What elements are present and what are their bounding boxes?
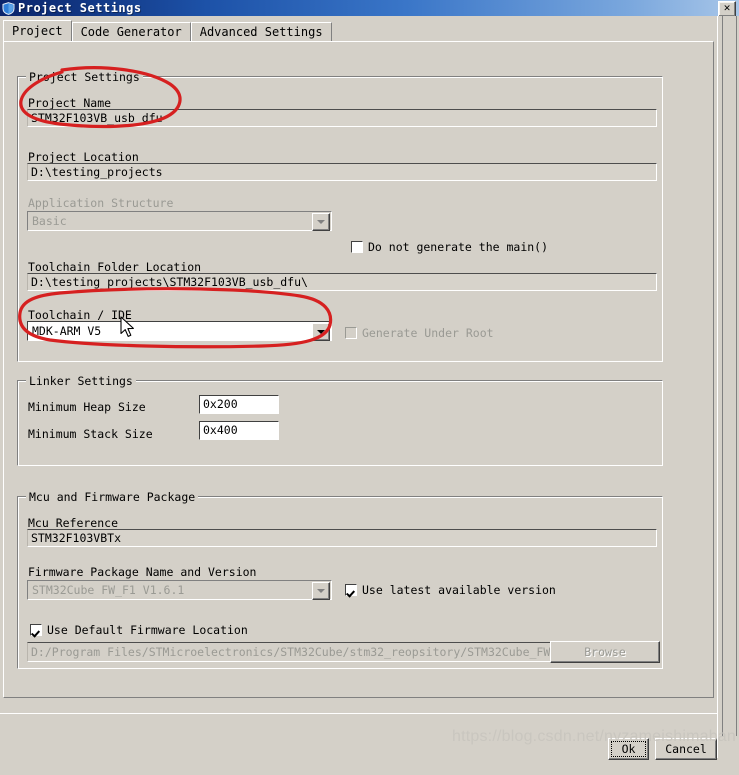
- browse-button[interactable]: Browse: [550, 641, 660, 663]
- do-not-generate-main-checkbox[interactable]: Do not generate the main(): [351, 240, 548, 254]
- use-default-firmware-location-label: Use Default Firmware Location: [47, 623, 248, 637]
- project-location-input[interactable]: D:\testing_projects: [27, 163, 657, 181]
- checkbox-box: [30, 624, 42, 636]
- project-settings-dialog: Project Settings ✕ Project Code Generato…: [0, 0, 739, 775]
- use-latest-version-label: Use latest available version: [362, 583, 556, 597]
- right-edge-strip: [717, 16, 739, 758]
- firmware-package-combo[interactable]: STM32Cube FW_F1 V1.6.1: [27, 580, 332, 600]
- tab-project-label: Project: [12, 24, 63, 38]
- cancel-button-label: Cancel: [665, 742, 707, 756]
- use-latest-version-checkbox[interactable]: Use latest available version: [345, 583, 556, 597]
- dialog-footer: Ok Cancel: [0, 713, 717, 775]
- firmware-location-input[interactable]: D:/Program Files/STMicroelectronics/STM3…: [27, 642, 557, 662]
- project-name-label: Project Name: [28, 96, 112, 110]
- tab-advanced-settings[interactable]: Advanced Settings: [190, 22, 332, 41]
- tab-advanced-settings-label: Advanced Settings: [199, 25, 323, 39]
- toolchain-ide-value: MDK-ARM V5: [32, 324, 102, 338]
- tab-strip: Project Code Generator Advanced Settings: [3, 20, 332, 41]
- checkbox-box: [345, 584, 357, 596]
- toolchain-ide-combo[interactable]: MDK-ARM V5: [27, 321, 332, 341]
- chevron-down-icon[interactable]: [312, 323, 330, 341]
- tab-project[interactable]: Project: [3, 20, 72, 41]
- cancel-button[interactable]: Cancel: [655, 738, 717, 760]
- checkbox-box: [345, 327, 357, 339]
- browse-button-label: Browse: [584, 645, 626, 659]
- shield-icon: [2, 1, 15, 15]
- toolchain-folder-input[interactable]: D:\testing_projects\STM32F103VB_usb_dfu\: [27, 273, 657, 291]
- firmware-package-label: Firmware Package Name and Version: [28, 565, 257, 579]
- close-icon[interactable]: ✕: [718, 1, 736, 17]
- firmware-package-value: STM32Cube FW_F1 V1.6.1: [32, 583, 185, 597]
- project-name-input[interactable]: STM32F103VB_usb_dfu: [27, 109, 657, 127]
- group-mcu-firmware-label: Mcu and Firmware Package: [26, 490, 199, 504]
- group-linker-settings: Linker Settings: [17, 374, 663, 466]
- group-project-settings-label: Project Settings: [26, 70, 143, 84]
- ok-button-label: Ok: [621, 742, 636, 756]
- ok-button[interactable]: Ok: [608, 738, 649, 760]
- group-linker-settings-label: Linker Settings: [26, 374, 136, 388]
- application-structure-label: Application Structure: [28, 196, 174, 210]
- generate-under-root-checkbox[interactable]: Generate Under Root: [345, 326, 494, 340]
- checkbox-box: [351, 241, 363, 253]
- window-title: Project Settings: [18, 1, 142, 15]
- right-edge-inner: [722, 16, 737, 736]
- use-default-firmware-location-checkbox[interactable]: Use Default Firmware Location: [30, 623, 248, 637]
- min-stack-input[interactable]: 0x400: [199, 421, 279, 440]
- application-structure-combo[interactable]: Basic: [27, 211, 332, 231]
- min-heap-label: Minimum Heap Size: [28, 400, 146, 414]
- chevron-down-icon[interactable]: [312, 582, 330, 600]
- mcu-reference-input[interactable]: STM32F103VBTx: [27, 529, 657, 547]
- toolchain-folder-label: Toolchain Folder Location: [28, 260, 202, 274]
- mcu-reference-label: Mcu Reference: [28, 516, 119, 530]
- min-heap-input[interactable]: 0x200: [199, 395, 279, 414]
- project-location-label: Project Location: [28, 150, 139, 164]
- generate-under-root-label: Generate Under Root: [362, 326, 494, 340]
- min-stack-label: Minimum Stack Size: [28, 427, 153, 441]
- tab-panel-project: Project Settings Project Name STM32F103V…: [3, 41, 714, 698]
- application-structure-value: Basic: [32, 214, 67, 228]
- tab-code-generator-label: Code Generator: [80, 25, 182, 39]
- toolchain-ide-label: Toolchain / IDE: [28, 308, 132, 322]
- dialog-client-area: Project Code Generator Advanced Settings…: [0, 16, 717, 775]
- tab-code-generator[interactable]: Code Generator: [71, 22, 191, 41]
- do-not-generate-main-label: Do not generate the main(): [368, 240, 549, 254]
- chevron-down-icon[interactable]: [312, 213, 330, 231]
- title-bar: Project Settings ✕: [0, 0, 739, 17]
